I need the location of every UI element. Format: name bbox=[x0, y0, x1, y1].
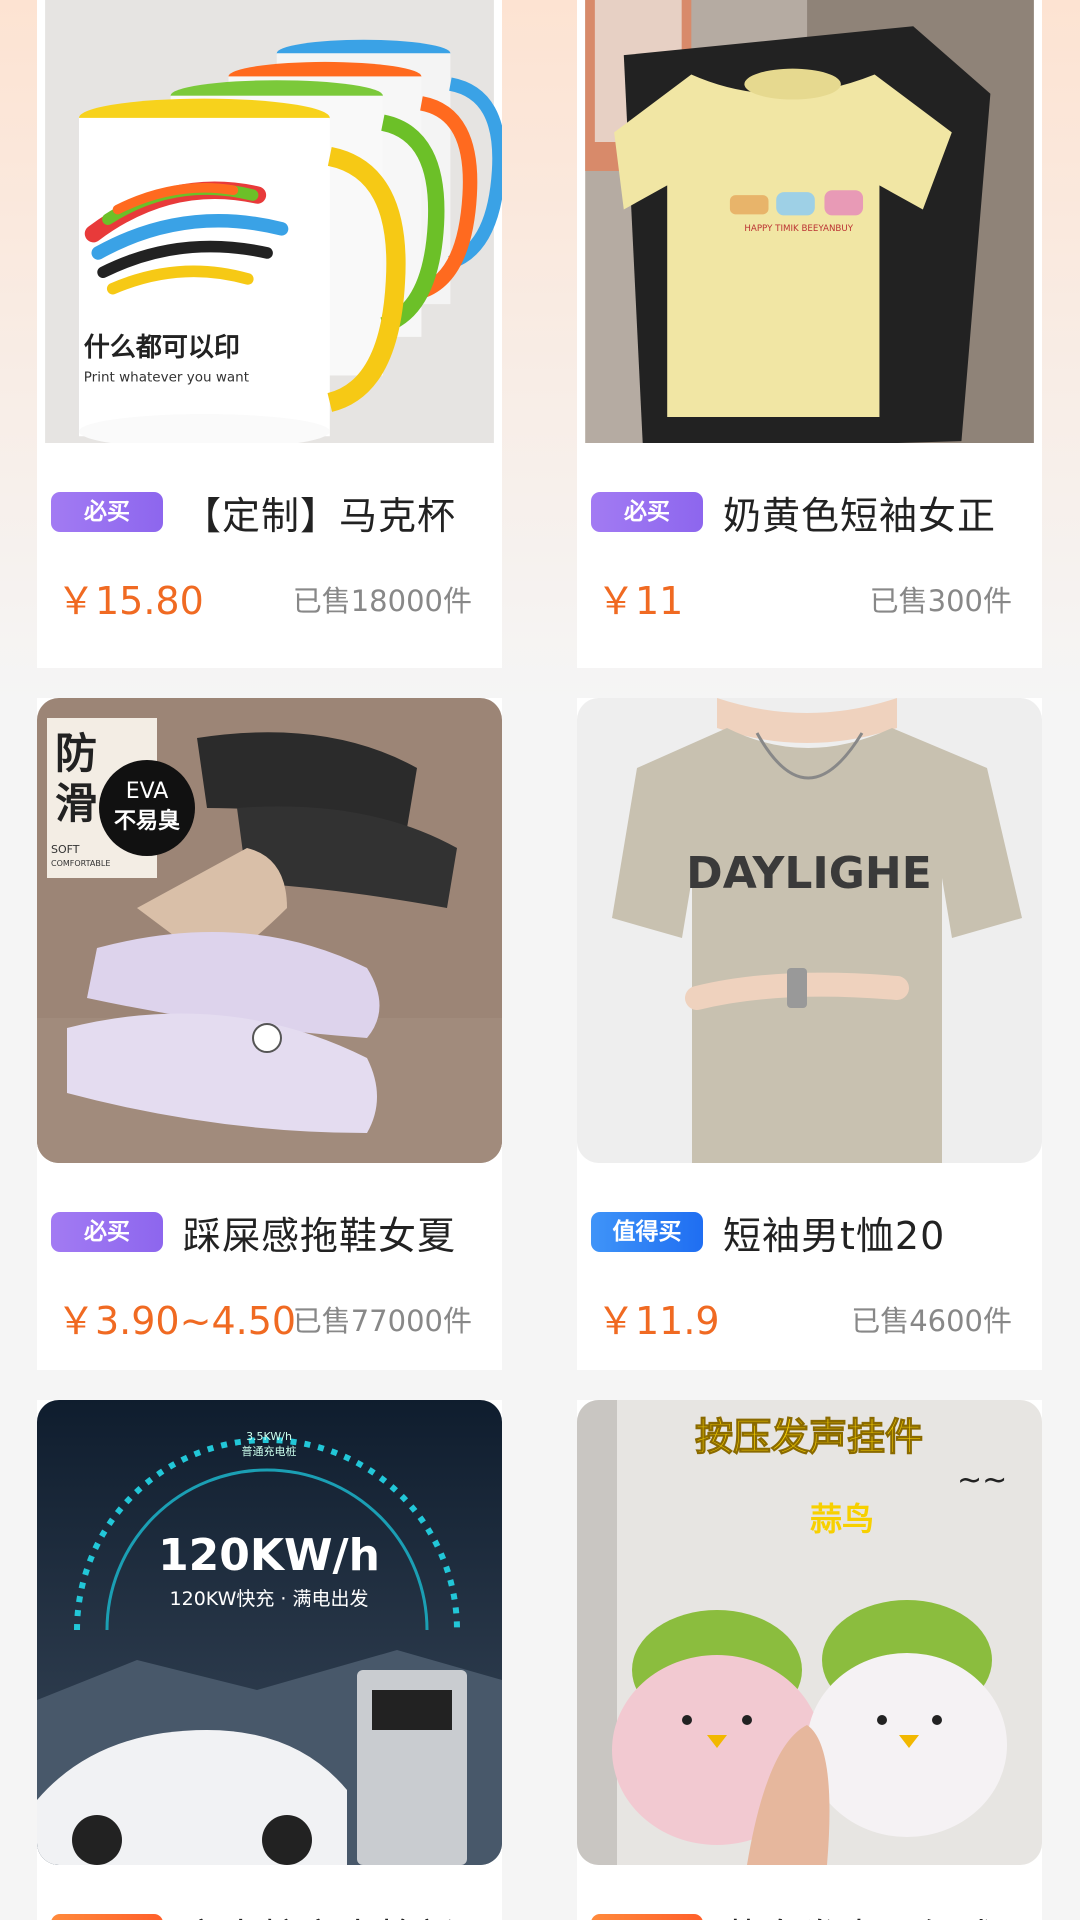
sold-count: 已售77000件 bbox=[292, 1304, 472, 1338]
product-price: ￥11.9 bbox=[597, 1299, 720, 1343]
product-image[interactable]: HAPPY TIMIK BEEYANBUY bbox=[577, 0, 1042, 460]
charger-top2: 普通充电桩 bbox=[242, 1444, 297, 1458]
must-buy-badge: 必买 bbox=[591, 492, 703, 532]
charger-top: 3.5KW/h bbox=[246, 1430, 292, 1443]
product-image[interactable]: 什么都可以印 Print whatever you want bbox=[37, 0, 502, 460]
product-title[interactable]: 短袖男t恤20 bbox=[723, 1210, 945, 1255]
product-image[interactable]: 防 滑 SOFT COMFORTABLE EVA 不易臭 bbox=[37, 698, 502, 1163]
charger-power: 120KW/h bbox=[158, 1530, 380, 1581]
charger-caption: 120KW快充 · 满电出发 bbox=[170, 1588, 369, 1610]
product-title[interactable]: 蒜鸟发声玩偶武 bbox=[723, 1912, 996, 1920]
product-title[interactable]: 充电桩充电枪新 bbox=[183, 1912, 456, 1920]
toy-name: 蒜鸟 bbox=[810, 1500, 874, 1538]
worth-buying-badge: 值得买 bbox=[591, 1212, 703, 1252]
product-title[interactable]: 踩屎感拖鞋女夏 bbox=[183, 1210, 456, 1255]
sold-count: 已售18000件 bbox=[292, 584, 472, 618]
slipper-tag1: 防 bbox=[55, 729, 97, 778]
hot-badge: 热点 bbox=[51, 1914, 163, 1920]
product-title[interactable]: 奶黄色短袖女正 bbox=[723, 490, 996, 535]
product-image[interactable]: 3.5KW/h 普通充电桩 120KW/h 120KW快充 · 满电出发 bbox=[37, 1400, 502, 1865]
svg-text:HAPPY TIMIK BEEYANBUY: HAPPY TIMIK BEEYANBUY bbox=[744, 224, 853, 234]
product-card[interactable]: 按压发声挂件 蒜鸟 ~~ 热点 蒜鸟发声玩偶武 bbox=[577, 1400, 1042, 1920]
sold-count: 已售300件 bbox=[869, 584, 1012, 618]
mug-slogan: 什么都可以印 bbox=[84, 333, 240, 363]
product-card[interactable]: DAYLIGHE 值得买 短袖男t恤20 ￥11.9 已售4600件 bbox=[577, 698, 1042, 1370]
product-image[interactable]: DAYLIGHE bbox=[577, 698, 1042, 1163]
product-card[interactable]: 什么都可以印 Print whatever you want 必买 【定制】马克… bbox=[37, 0, 502, 668]
slipper-eva: EVA bbox=[126, 779, 169, 804]
product-price: ￥15.80 bbox=[57, 579, 204, 623]
toy-wave: ~~ bbox=[957, 1463, 1007, 1498]
must-buy-badge: 必买 bbox=[51, 492, 163, 532]
slipper-odor: 不易臭 bbox=[114, 808, 180, 834]
product-card[interactable]: HAPPY TIMIK BEEYANBUY 必买 奶黄色短袖女正 ￥11 已售3… bbox=[577, 0, 1042, 668]
sold-count: 已售4600件 bbox=[851, 1304, 1012, 1338]
slipper-tag2: 滑 bbox=[55, 779, 97, 828]
tshirt-print: DAYLIGHE bbox=[686, 848, 932, 899]
product-card[interactable]: 3.5KW/h 普通充电桩 120KW/h 120KW快充 · 满电出发 热点 … bbox=[37, 1400, 502, 1920]
hot-badge: 热点 bbox=[591, 1914, 703, 1920]
product-image[interactable]: 按压发声挂件 蒜鸟 ~~ bbox=[577, 1400, 1042, 1865]
product-card[interactable]: 防 滑 SOFT COMFORTABLE EVA 不易臭 必买 踩屎感拖鞋女夏 … bbox=[37, 698, 502, 1370]
toy-title: 按压发声挂件 bbox=[695, 1415, 923, 1459]
slipper-soft: SOFT bbox=[51, 843, 80, 856]
product-price: ￥11 bbox=[597, 579, 684, 623]
slipper-comfortable: COMFORTABLE bbox=[51, 859, 110, 868]
mug-slogan-en: Print whatever you want bbox=[84, 369, 249, 385]
product-title[interactable]: 【定制】马克杯 bbox=[183, 490, 456, 535]
must-buy-badge: 必买 bbox=[51, 1212, 163, 1252]
product-price: ￥3.90~4.50 bbox=[57, 1299, 297, 1343]
